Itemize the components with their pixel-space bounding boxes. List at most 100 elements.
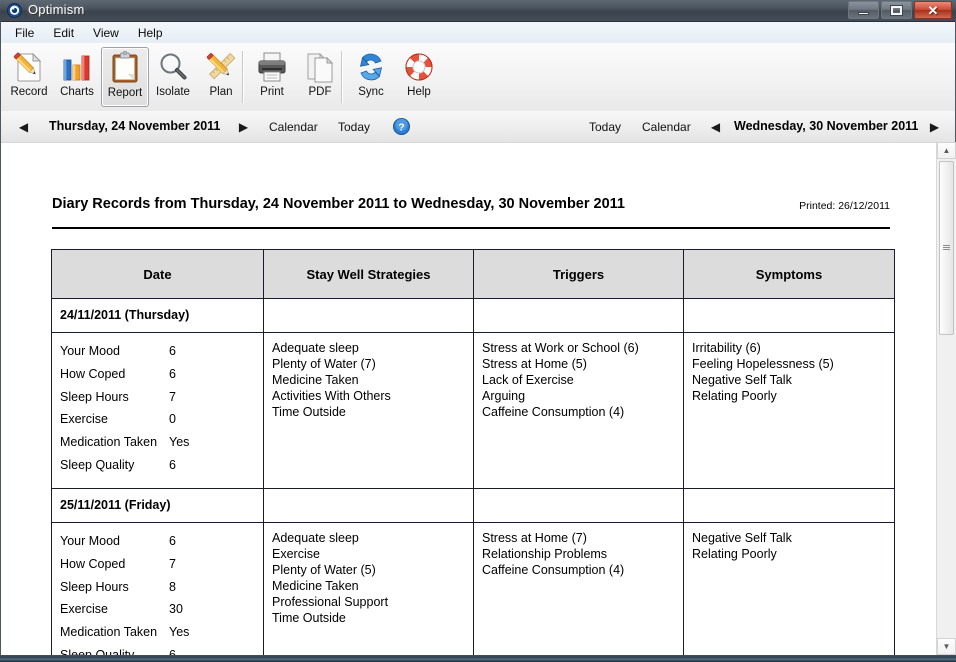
- scroll-up-button[interactable]: ▲: [937, 142, 956, 159]
- metric-row: Sleep Quality 6: [52, 644, 263, 655]
- triggers-list: Stress at Home (7) Relationship Problems…: [474, 523, 683, 578]
- vertical-scrollbar[interactable]: ▲ ▼: [936, 142, 956, 655]
- metric-name: Medication Taken: [60, 435, 158, 450]
- toolbar-button-help[interactable]: Help: [395, 47, 443, 107]
- title-bar: Optimism ✕: [0, 0, 956, 22]
- toolbar-button-print[interactable]: Print: [248, 47, 296, 107]
- app-logo-icon: [7, 3, 22, 18]
- toolbar-button-sync[interactable]: Sync: [347, 47, 395, 107]
- day-date-spacer-trg: [473, 298, 684, 333]
- metric-row: Exercise 0: [52, 408, 263, 431]
- end-date-next-arrow[interactable]: ▶: [927, 119, 942, 134]
- list-item: Negative Self Talk: [692, 373, 792, 387]
- metric-value: 6: [169, 457, 176, 472]
- metric-value: 7: [169, 389, 176, 404]
- toolbar-button-pdf[interactable]: PDF: [296, 47, 344, 107]
- stay-well-strategies-list: Adequate sleep Plenty of Water (7) Medic…: [264, 333, 473, 420]
- toolbar-label-charts: Charts: [60, 86, 94, 98]
- list-item: Stress at Work or School (6): [482, 341, 639, 355]
- column-header-triggers: Triggers: [473, 249, 684, 299]
- metric-value: 30: [169, 602, 183, 617]
- symptoms-list: Irritability (6) Feeling Hopelessness (5…: [684, 333, 894, 404]
- start-calendar-link[interactable]: Calendar: [269, 120, 318, 134]
- list-item: Activities With Others: [272, 389, 391, 403]
- maximize-button[interactable]: [881, 1, 912, 19]
- date-navigation-bar: ◀ Thursday, 24 November 2011 ▶ Calendar …: [1, 111, 955, 143]
- list-item: Plenty of Water (7): [272, 357, 376, 371]
- svg-text:?: ?: [398, 121, 404, 133]
- metric-value: 6: [169, 647, 176, 655]
- metric-value: 0: [169, 412, 176, 427]
- toolbar-button-record[interactable]: Record: [5, 47, 53, 107]
- list-item: Relationship Problems: [482, 547, 608, 561]
- list-item: Feeling Hopelessness (5): [692, 357, 834, 371]
- close-button[interactable]: ✕: [914, 1, 952, 19]
- scroll-down-button[interactable]: ▼: [937, 638, 956, 655]
- end-today-link[interactable]: Today: [589, 120, 621, 134]
- start-date-label: Thursday, 24 November 2011: [49, 119, 221, 133]
- metric-row: Exercise 30: [52, 598, 263, 621]
- documents-icon: [301, 48, 339, 86]
- metric-name: Your Mood: [60, 344, 120, 358]
- scrollbar-grip-icon: [943, 245, 950, 251]
- metric-list: Your Mood 6 How Coped 6 Sleep Hours 7 Ex…: [52, 333, 263, 477]
- metric-name: Medication Taken: [60, 625, 158, 640]
- triggers-list: Stress at Work or School (6) Stress at H…: [474, 333, 683, 420]
- metric-row: Medication Taken Yes: [52, 431, 263, 454]
- list-item: Professional Support: [272, 595, 389, 609]
- report-printed-date: Printed: 26/12/2011: [799, 200, 890, 212]
- start-today-link[interactable]: Today: [338, 120, 370, 134]
- menu-item-edit[interactable]: Edit: [45, 24, 82, 42]
- metric-value: Yes: [169, 435, 190, 450]
- start-date-prev-arrow[interactable]: ◀: [16, 119, 31, 134]
- metric-row: Sleep Quality 6: [52, 454, 263, 477]
- table-row: 25/11/2011 (Friday): [51, 488, 895, 523]
- metric-list: Your Mood 6 How Coped 7 Sleep Hours 8 Ex…: [52, 523, 263, 655]
- menu-item-help[interactable]: Help: [130, 24, 171, 42]
- toolbar-button-charts[interactable]: Charts: [53, 47, 101, 107]
- scrollbar-thumb[interactable]: [939, 161, 954, 335]
- list-item: Relating Poorly: [692, 547, 777, 561]
- day-date-spacer-trg: [473, 488, 684, 523]
- toolbar-button-plan[interactable]: Plan: [197, 47, 245, 107]
- bar-chart-icon: [58, 48, 96, 86]
- day-stay-well-strategies-cell: Adequate sleep Plenty of Water (7) Medic…: [263, 332, 474, 489]
- start-date-next-arrow[interactable]: ▶: [236, 119, 251, 134]
- day-symptoms-cell: Negative Self Talk Relating Poorly: [683, 522, 895, 655]
- menu-bar: File Edit View Help: [1, 22, 955, 44]
- day-stay-well-strategies-cell: Adequate sleep Exercise Plenty of Water …: [263, 522, 474, 655]
- toolbar-button-report[interactable]: Report: [101, 47, 149, 107]
- day-date-cell: 25/11/2011 (Friday): [51, 488, 264, 523]
- list-item: Time Outside: [272, 405, 346, 419]
- column-header-symptoms: Symptoms: [683, 249, 895, 299]
- toolbar-separator-2: [341, 51, 343, 103]
- list-item: Adequate sleep: [272, 531, 359, 545]
- metric-value: 8: [169, 579, 176, 594]
- toolbar-button-isolate[interactable]: Isolate: [149, 47, 197, 107]
- day-triggers-cell: Stress at Home (7) Relationship Problems…: [473, 522, 684, 655]
- metric-row: Sleep Hours 8: [52, 576, 263, 599]
- list-item: Medicine Taken: [272, 579, 359, 593]
- end-date-prev-arrow[interactable]: ◀: [708, 119, 723, 134]
- metric-name: Sleep Hours: [60, 389, 129, 404]
- menu-item-view[interactable]: View: [85, 24, 127, 42]
- day-date-spacer-sws: [263, 298, 474, 333]
- list-item: Negative Self Talk: [692, 531, 792, 545]
- minimize-button[interactable]: [848, 1, 879, 19]
- menu-item-file[interactable]: File: [7, 24, 42, 42]
- question-mark-icon[interactable]: ?: [393, 118, 410, 135]
- toolbar-label-isolate: Isolate: [156, 86, 190, 98]
- table-row: Your Mood 6 How Coped 6 Sleep Hours 7 Ex…: [51, 332, 895, 489]
- day-date-spacer-sym: [683, 488, 895, 523]
- end-calendar-link[interactable]: Calendar: [642, 120, 691, 134]
- metric-row: Your Mood 6: [52, 530, 263, 553]
- list-item: Stress at Home (7): [482, 531, 587, 545]
- table-row: Your Mood 6 How Coped 7 Sleep Hours 8 Ex…: [51, 522, 895, 655]
- metric-name: Your Mood: [60, 534, 120, 548]
- diary-records-table: Date Stay Well Strategies Triggers Sympt…: [51, 249, 895, 655]
- metric-name: Sleep Hours: [60, 579, 129, 594]
- day-date-label: 25/11/2011 (Friday): [60, 498, 171, 512]
- lifebuoy-icon: [400, 48, 438, 86]
- symptoms-list: Negative Self Talk Relating Poorly: [684, 523, 894, 562]
- window-bottom-edge: [0, 655, 956, 662]
